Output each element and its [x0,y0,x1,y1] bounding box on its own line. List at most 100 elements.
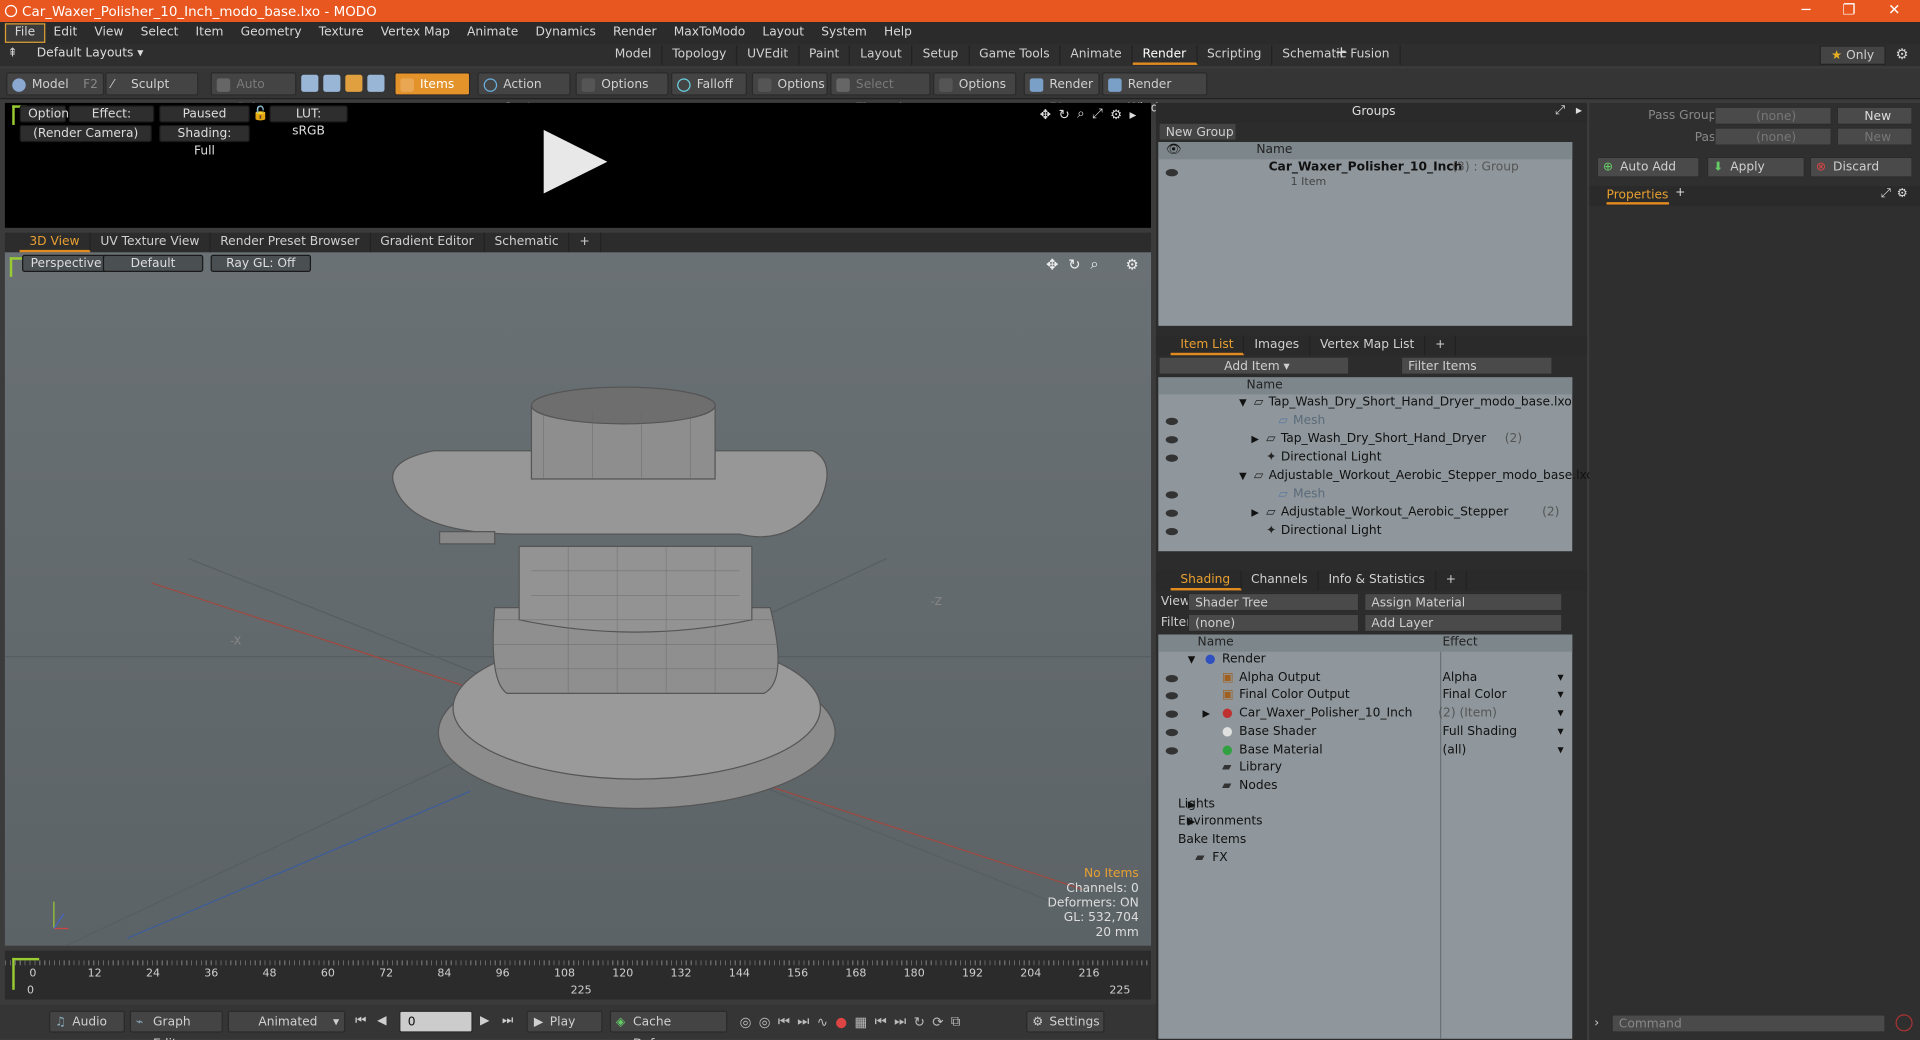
expand-down-icon[interactable]: ▼ [1188,652,1196,669]
rotate-icon[interactable]: ↻ [1058,106,1069,122]
item-list-tab-images[interactable]: Images [1245,335,1311,356]
eye-icon[interactable] [1165,509,1178,517]
key-curve-icon[interactable]: ∿ [817,1014,828,1030]
menu-edit[interactable]: Edit [45,22,86,44]
layout-tab-topology[interactable]: Topology [662,45,738,65]
items-mode-button[interactable]: Items [394,72,471,96]
skip-end-icon[interactable]: ⏭ [502,1014,513,1027]
paused-button[interactable]: Paused [159,105,250,123]
eye-icon[interactable] [1165,710,1178,718]
item-list[interactable]: Name ▼ ▱ Tap_Wash_Dry_Short_Hand_Dryer_mod… [1158,377,1594,552]
camera-dropdown[interactable]: (Render Camera) [19,124,152,143]
menu-render[interactable]: Render [604,22,665,44]
graph-editor-button[interactable]: ⌁ Graph Editor [129,1010,223,1040]
material-mode-icon[interactable] [367,74,385,92]
maximize-icon[interactable]: ⤢ [1881,187,1891,200]
menu-vertex-map[interactable]: Vertex Map [372,22,458,44]
chevron-down-icon[interactable]: ▾ [1558,706,1564,723]
eye-icon[interactable] [1165,674,1178,682]
play-button[interactable]: ▶ Play [526,1010,603,1033]
layout-tab-scripting[interactable]: Scripting [1197,45,1273,65]
play-icon[interactable] [543,129,608,194]
menu-dynamics[interactable]: Dynamics [527,22,605,44]
gear-icon[interactable]: ⚙ [1896,45,1909,62]
expand-right-icon[interactable]: ▶ [1251,431,1259,448]
viewport-tab-render-preset-browser[interactable]: Render Preset Browser [210,232,371,253]
cache-deformers-button[interactable]: ◈ Cache Deformers [609,1010,728,1040]
shader-row[interactable]: ▶ Environments [1158,814,1572,831]
only-toggle[interactable]: ★ Only [1819,45,1886,65]
menu-system[interactable]: System [813,22,876,44]
prev-key-icon[interactable]: ⏮ [778,1013,790,1030]
filter-items-input[interactable]: Filter Items [1400,356,1553,375]
step-back-icon[interactable]: ◀ [377,1014,386,1027]
layout-tab-setup[interactable]: Setup [913,45,970,65]
shader-row[interactable]: ▶ Lights [1158,796,1572,813]
model-mode-button[interactable]: Model F2 [6,72,105,96]
gear-icon[interactable]: ⚙ [1110,106,1122,122]
item-list-row[interactable]: ▼ ▱ Adjustable_Workout_Aerobic_Stepper_mod… [1158,468,1594,485]
expand-down-icon[interactable]: ▼ [1239,394,1247,411]
record-icon[interactable]: ● [835,1014,847,1030]
menu-select[interactable]: Select [132,22,187,44]
falloff-options-button[interactable]: Options [751,72,828,96]
eye-icon[interactable] [1165,436,1178,444]
next-frame-icon[interactable]: ⏭ [894,1013,906,1030]
key-grid-icon[interactable]: ▦ [855,1014,868,1030]
command-input[interactable]: Command [1611,1014,1886,1033]
lut-dropdown[interactable]: LUT: sRGB [269,105,348,138]
shader-row[interactable]: ▼ ● Render [1158,652,1572,669]
shader-effect-dropdown[interactable]: Final Color [1442,688,1506,705]
layout-tab-uvedit[interactable]: UVEdit [737,45,800,65]
maximize-icon[interactable]: ⤢ [1092,105,1103,122]
menu-maxtomodo[interactable]: MaxToModo [665,22,754,44]
pan-icon[interactable]: ✥ [1040,106,1051,122]
add-layer-dropdown[interactable]: Add Layer [1364,613,1563,633]
edge-mode-icon[interactable] [323,74,341,92]
shader-tree[interactable]: Name Effect ▼ ● Render ▣ Alpha Output Alpha ▾ ▣… [1158,634,1573,1039]
render-options-button[interactable]: Options [19,105,75,123]
eye-icon[interactable] [1165,692,1178,700]
lock-icon[interactable]: 🔓 [252,105,269,121]
render-window-button[interactable]: Render Window [1102,72,1208,115]
pass-groups-dropdown[interactable]: (none) [1714,106,1832,125]
eye-icon[interactable] [1165,169,1178,177]
audio-button[interactable]: ♫ Audio [48,1010,125,1033]
filter-dropdown[interactable]: (none) [1187,613,1360,633]
auto-select-button[interactable]: Auto Select [210,72,297,115]
shader-row[interactable]: ● Base Shader Full Shading ▾ [1158,724,1572,741]
item-list-add-tab-icon[interactable]: + [1425,335,1457,356]
render-button[interactable]: Render F9 [1023,72,1100,115]
skip-start-icon[interactable]: ⏮ [355,1014,366,1027]
eye-icon[interactable] [1165,527,1178,536]
eye-icon[interactable] [1165,417,1178,426]
item-list-row[interactable]: ▱ Mesh [1158,413,1572,430]
expand-down-icon[interactable]: ▼ [1239,468,1247,485]
shader-effect-dropdown[interactable]: Full Shading [1442,724,1517,741]
menu-geometry[interactable]: Geometry [232,22,310,44]
new-group-button[interactable]: New Group [1158,122,1237,141]
sync-icon[interactable]: ⟳ [932,1014,943,1030]
viewport-tab-schematic[interactable]: Schematic [485,232,570,253]
eye-icon[interactable] [1165,728,1178,736]
timeline-ruler[interactable]: 0 12 24 36 48 60 72 84 96 108 120 132 144 156 168 180 19… [5,968,1151,983]
groups-list[interactable]: 👁 Name Car_Waxer_Polisher_10_Inch (3) : … [1158,142,1573,326]
item-list-row[interactable]: ▶ ▱ Adjustable_Workout_Aerobic_Stepper (2) [1158,505,1572,522]
shader-row[interactable]: ▰ FX [1158,850,1572,867]
chevron-down-icon[interactable]: ▾ [1558,670,1564,687]
sculpt-button[interactable]: ⁄ Sculpt [105,72,199,96]
discard-button[interactable]: ⊗ Discard [1809,156,1913,178]
layout-tab-layout[interactable]: Layout [850,45,913,65]
chevron-down-icon[interactable]: ▾ [1558,688,1564,705]
action-center-options-button[interactable]: Options [575,72,669,96]
menu-file[interactable]: File [4,23,45,43]
item-list-row[interactable]: ✦ Directional Light [1158,523,1572,540]
apply-button[interactable]: ⬇ Apply [1706,156,1805,178]
car-waxer-polisher-model[interactable] [392,386,836,810]
layout-tab-model[interactable]: Model [605,45,663,65]
restore-icon[interactable]: ❐ [1831,1,1868,18]
shader-row[interactable]: ▣ Final Color Output Final Color ▾ [1158,688,1572,705]
item-list-tab-vertex-map-list[interactable]: Vertex Map List [1310,335,1426,356]
expand-arrow-icon[interactable]: ▸ [1576,104,1582,117]
viewport-tab-3d-view[interactable]: 3D View [19,232,91,253]
